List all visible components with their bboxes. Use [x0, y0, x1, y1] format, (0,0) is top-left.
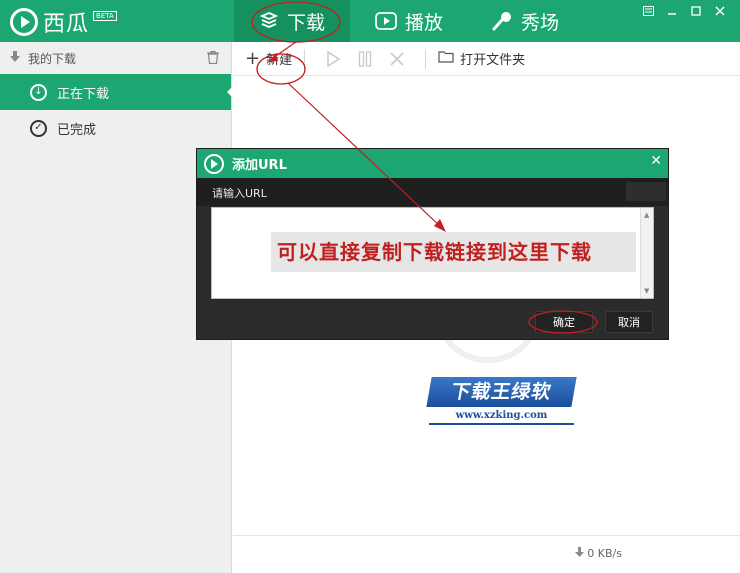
open-folder-label: 打开文件夹: [460, 53, 526, 68]
new-button[interactable]: + 新建: [245, 48, 292, 69]
download-speed-value: 0 KB/s: [587, 547, 622, 560]
watermark-title: 下载王绿软: [426, 377, 577, 407]
pause-icon[interactable]: [354, 48, 376, 70]
minimize-icon[interactable]: [660, 2, 684, 20]
download-circle-icon: ↓: [30, 83, 47, 101]
toolbar-divider: [304, 48, 306, 69]
url-input-hint: 可以直接复制下载链接到这里下载: [271, 232, 636, 272]
plus-icon: +: [245, 48, 261, 69]
dialog-header: 添加URL ✕: [197, 149, 668, 178]
dialog-prompt-row: 请输入URL: [197, 178, 668, 206]
add-url-dialog: 添加URL ✕ 请输入URL 可以直接复制下载链接到这里下载 ▲ ▼ 确定 取消: [196, 148, 669, 340]
tab-show-label: 秀场: [520, 11, 559, 34]
play-icon: [375, 12, 397, 30]
title-bar: 西瓜 BETA 下载 播放 秀场: [0, 0, 740, 42]
open-folder-button[interactable]: 打开文件夹: [438, 49, 525, 68]
menu-icon[interactable]: [636, 2, 660, 20]
sidebar-header[interactable]: 我的下载: [0, 42, 231, 74]
trash-icon[interactable]: [207, 50, 219, 67]
speed-arrow-icon: [574, 547, 588, 560]
ok-button[interactable]: 确定: [535, 311, 593, 333]
status-bar: 0 KB/s: [233, 535, 740, 573]
dialog-logo-icon: [204, 153, 224, 174]
sidebar-item-completed[interactable]: ✓ 已完成: [0, 110, 231, 146]
tab-download[interactable]: 下载: [234, 0, 350, 42]
arrow-down-icon: [10, 51, 20, 65]
scroll-down-icon[interactable]: ▼: [644, 287, 649, 295]
new-button-label: 新建: [266, 53, 293, 68]
tab-show[interactable]: 秀场: [468, 0, 582, 42]
toolbar-divider: [425, 48, 427, 69]
tab-download-label: 下载: [286, 11, 325, 34]
check-circle-icon: ✓: [30, 119, 47, 137]
delete-icon[interactable]: [386, 48, 408, 70]
dialog-prompt-box: [626, 182, 666, 201]
sidebar-header-label: 我的下载: [28, 51, 77, 66]
download-box-icon: [259, 11, 279, 31]
cancel-button[interactable]: 取消: [605, 311, 653, 333]
watermark-url: www.xzking.com: [429, 410, 574, 425]
watermark: 下载王绿软 www.xzking.com: [426, 377, 577, 425]
start-icon[interactable]: [322, 48, 344, 70]
url-input-scrollbar[interactable]: ▲ ▼: [640, 208, 653, 298]
microphone-icon: [491, 10, 513, 32]
maximize-icon[interactable]: [684, 2, 708, 20]
download-speed: 0 KB/s: [574, 547, 622, 560]
window-controls: [636, 2, 732, 20]
sidebar-item-downloading[interactable]: ↓ 正在下载: [0, 74, 232, 110]
tab-play-label: 播放: [404, 11, 443, 34]
logo-play-icon: [10, 8, 38, 36]
app-title: 西瓜: [43, 12, 90, 37]
toolbar: + 新建 打开文件夹: [233, 42, 740, 76]
dialog-prompt: 请输入URL: [212, 187, 267, 200]
main-nav: 下载 播放 秀场: [234, 0, 582, 42]
beta-badge: BETA: [93, 11, 117, 21]
dialog-title: 添加URL: [232, 158, 287, 173]
sidebar-item-downloading-label: 正在下载: [57, 86, 110, 102]
folder-icon: [438, 50, 454, 67]
sidebar-item-completed-label: 已完成: [57, 122, 97, 138]
app-logo: 西瓜 BETA: [10, 6, 117, 38]
dialog-close-icon[interactable]: ✕: [650, 153, 662, 169]
close-icon[interactable]: [708, 2, 732, 20]
url-input[interactable]: 可以直接复制下载链接到这里下载 ▲ ▼: [211, 207, 654, 299]
scroll-up-icon[interactable]: ▲: [644, 211, 649, 219]
tab-play[interactable]: 播放: [350, 0, 468, 42]
